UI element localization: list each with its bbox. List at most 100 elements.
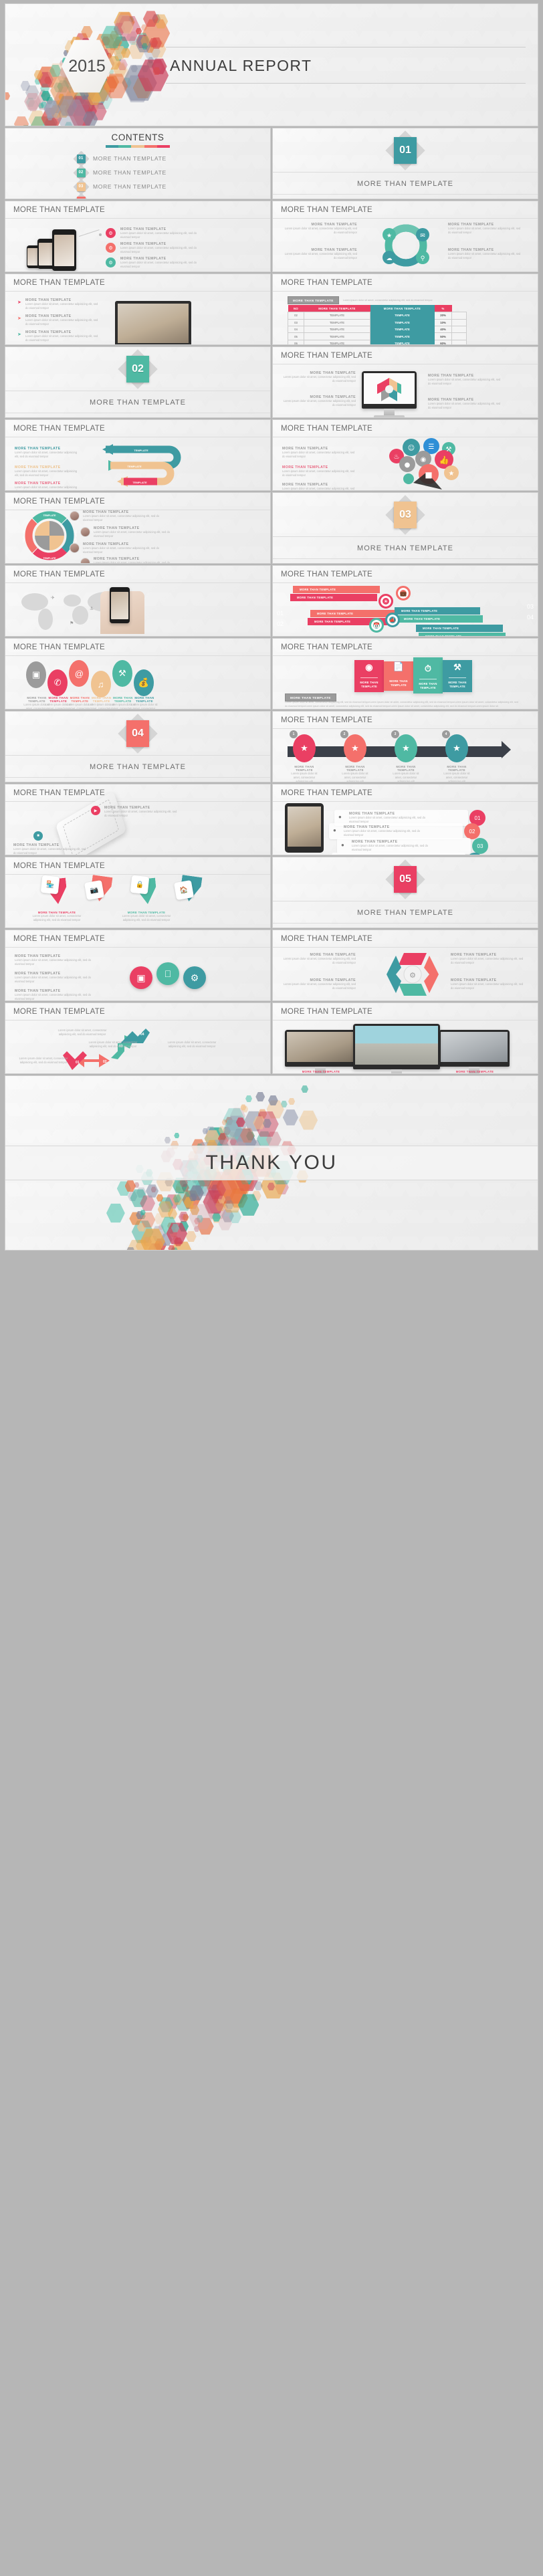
- slide-header-uparrows: MORE THAN TEMPLATE: [5, 1003, 270, 1021]
- zigzag-bar-label: MORE THAN TEMPLATE: [317, 612, 354, 615]
- slide-cards[interactable]: MORE THAN TEMPLATE ◉ MORE THAN TEMPLATE 📄 M…: [273, 639, 538, 709]
- connector-line: [78, 229, 100, 237]
- contents-item-02[interactable]: 02 MORE THAN TEMPLATE: [75, 167, 270, 179]
- slide-os-circles[interactable]: MORE THAN TEMPLATE MORE THAN TEMPLATE Lor…: [5, 930, 270, 1000]
- slide-divider-04[interactable]: 04 MORE THAN TEMPLATE: [5, 712, 270, 782]
- slide-thank-you[interactable]: THANK YOU: [5, 1076, 538, 1250]
- card-label: MORE THAN TEMPLATE: [360, 681, 378, 689]
- document-icon: 📄: [393, 661, 405, 672]
- slide-ovals[interactable]: MORE THAN TEMPLATE ▣ ✆ @ ♫ ⚒ 💰 MORE THAN TEMP…: [5, 639, 270, 709]
- zigzag-bar[interactable]: MORE THAN TEMPLATE: [293, 586, 380, 593]
- divider-label-box: MORE THAN TEMPLATE: [273, 171, 538, 195]
- slide-phones[interactable]: MORE THAN TEMPLATE ⚙ MORE THAN TEMPLATE Lo…: [5, 201, 270, 272]
- svg-text:⚑: ⚑: [70, 621, 74, 626]
- slide-divider-03[interactable]: 03 MORE THAN TEMPLATE: [273, 493, 538, 563]
- divider-label-box: MORE THAN TEMPLATE: [273, 900, 538, 924]
- info-card[interactable]: 📄 MORE THAN TEMPLATE: [384, 661, 413, 691]
- zigzag-bar[interactable]: MORE THAN TEMPLATE: [397, 615, 483, 623]
- slide-header-timeline: MORE THAN TEMPLATE: [273, 712, 538, 729]
- slide-divider-05[interactable]: 05 MORE THAN TEMPLATE: [273, 857, 538, 928]
- slide-body-timeline: ★ 1 MORE THAN TEMPLATE Lorem ipsum dolor si…: [273, 729, 538, 782]
- slide-cover[interactable]: 2015 ANNUAL REPORT: [5, 4, 538, 126]
- svg-text:TEMPLATE: TEMPLATE: [43, 557, 56, 560]
- zigzag-bar[interactable]: MORE THAN TEMPLATE: [419, 633, 506, 636]
- slide-bubbles[interactable]: MORE THAN TEMPLATE ♨ ☺ ☰ ⚒ ◉ 👍 ● ■ ★ MOR…: [273, 420, 538, 490]
- contents-item-03[interactable]: 03 MORE THAN TEMPLATE: [75, 181, 270, 193]
- text-block: MORE THAN TEMPLATE Lorem ipsum dolor sit …: [451, 978, 524, 990]
- table-row[interactable]: 04 TEMPLATE TEMPLATE 40%: [288, 325, 467, 334]
- slide-map[interactable]: MORE THAN TEMPLATE ✈ ⚓ ⚑: [5, 566, 270, 636]
- zigzag-bar[interactable]: MORE THAN TEMPLATE: [310, 610, 395, 617]
- arrow-step-text: Lorem ipsum dolor sit amet, consectetur …: [163, 1041, 221, 1049]
- timeline-step-number: 4: [442, 730, 450, 738]
- avatar: [70, 543, 80, 553]
- cell-value: TEMPLATE: [370, 332, 435, 340]
- cell-label: TEMPLATE: [304, 312, 370, 320]
- chevron-right-icon: ➤: [17, 300, 21, 305]
- row-iphone-tablet: MORE THAN TEMPLATE ▶ MORE THAN TEMPLATE Lo…: [5, 784, 538, 855]
- cell-label: TEMPLATE: [304, 339, 370, 344]
- info-card[interactable]: ⏱ MORE THAN TEMPLATE: [413, 657, 443, 693]
- svg-text:●: ●: [405, 461, 411, 469]
- user-icon: ●: [341, 842, 344, 848]
- slide-tablet[interactable]: MORE THAN TEMPLATE ● MORE THAN TEMPLATE Lo…: [273, 784, 538, 855]
- card-label: MORE THAN TEMPLATE: [389, 679, 408, 687]
- slide-header-tablet: MORE THAN TEMPLATE: [273, 784, 538, 802]
- slide-snake[interactable]: MORE THAN TEMPLATE TEMPLATE TEMPLATE TEM…: [5, 420, 270, 490]
- table-row[interactable]: 03 TEMPLATE TEMPLATE 10%: [288, 318, 467, 326]
- slide-pins[interactable]: MORE THAN TEMPLATE 🏪 📷 🔒 🏠 MORE THAN TEMPLA…: [5, 857, 270, 928]
- cell-value: TEMPLATE: [370, 325, 435, 334]
- slide-imac[interactable]: MORE THAN TEMPLATE MORE THAN TEMPLATE Lo…: [273, 347, 538, 417]
- row-divider02-imac: 02 MORE THAN TEMPLATE MORE THAN TEMPLATE: [5, 347, 538, 417]
- zigzag-bar[interactable]: MORE THAN TEMPLATE: [290, 594, 377, 601]
- table-row[interactable]: 05 TEMPLATE TEMPLATE 50%: [288, 332, 467, 340]
- slide-wheel[interactable]: MORE THAN TEMPLATE ★ ✉ ☁ ⚲ MORE THAN TEM…: [273, 201, 538, 272]
- slide-up-arrows[interactable]: MORE THAN TEMPLATE 01 02 03 04 Lorem ips…: [5, 1003, 270, 1073]
- info-card[interactable]: ⚒ MORE THAN TEMPLATE: [443, 660, 472, 692]
- slide-donut[interactable]: MORE THAN TEMPLATE TEMPLATE TEMPLATE TEM: [5, 493, 270, 563]
- slide-contents[interactable]: CONTENTS 01 MORE THAN TEMPLATE 02 MORE THAN…: [5, 128, 270, 199]
- text-block: MORE THAN TEMPLATE Lorem ipsum dolor sit …: [282, 465, 356, 477]
- slide-iphone-iso[interactable]: MORE THAN TEMPLATE ▶ MORE THAN TEMPLATE Lo…: [5, 784, 270, 855]
- slide-timeline[interactable]: MORE THAN TEMPLATE ★ 1 MORE THAN TEMPLATE L…: [273, 712, 538, 782]
- slide-divider-01[interactable]: 01 MORE THAN TEMPLATE: [273, 128, 538, 199]
- text-block-body: Lorem ipsum dolor sit amet, consectetur …: [284, 227, 357, 234]
- slide-monitors[interactable]: MORE THAN TEMPLATE MORE THAN TEMPLATELor…: [273, 1003, 538, 1073]
- text-block: MORE THAN TEMPLATE Lorem ipsum dolor sit …: [349, 812, 429, 824]
- table-caption-button[interactable]: MORE THAN TEMPLATE: [288, 296, 339, 304]
- timeline-step-number: 1: [290, 730, 298, 738]
- table-row[interactable]: 06 TEMPLATE TEMPLATE 60%: [288, 339, 467, 344]
- timeline-text: MORE THAN TEMPLATE Lorem ipsum dolor sit …: [440, 765, 473, 782]
- chat-icon: ⚙: [106, 243, 116, 253]
- slide-table[interactable]: MORE THAN TEMPLATE MORE THAN TEMPLATE Lo…: [273, 274, 538, 344]
- slide-zigzag[interactable]: MORE THAN TEMPLATE MORE THAN TEMPLATE MOR…: [273, 566, 538, 636]
- divider-number: 01: [394, 136, 417, 164]
- text-block: MORE THAN TEMPLATE Lorem ipsum dolor sit …: [352, 840, 432, 852]
- slide-cycle[interactable]: MORE THAN TEMPLATE ⚙ MORE THAN TEMPLATE L…: [273, 930, 538, 1000]
- text-block-body: Lorem ipsum dolor sit amet, consectetur …: [83, 514, 159, 522]
- slide-divider-02[interactable]: 02 MORE THAN TEMPLATE: [5, 347, 270, 417]
- table-col-0: NO: [288, 305, 304, 312]
- text-block-body: Lorem ipsum dolor sit amet, consectetur …: [15, 469, 78, 477]
- contents-item-01[interactable]: 01 MORE THAN TEMPLATE: [75, 152, 270, 165]
- text-block-body: Lorem ipsum dolor sit amet, consectetur …: [83, 546, 159, 554]
- info-card[interactable]: ◉ MORE THAN TEMPLATE: [354, 660, 384, 692]
- table-row[interactable]: 02 TEMPLATE TEMPLATE 20%: [288, 312, 467, 320]
- template-preview-sheet: 2015 ANNUAL REPORT CONTENTS 01 MORE THAN …: [0, 0, 543, 1258]
- contents-item-04[interactable]: 04 MORE THAN TEMPLATE: [75, 195, 270, 199]
- zigzag-bar[interactable]: MORE THAN TEMPLATE: [416, 625, 503, 632]
- timeline-label: MORE THAN TEMPLATE: [396, 765, 416, 772]
- slide-body-bubbles: ♨ ☺ ☰ ⚒ ◉ 👍 ● ■ ★ MORE THAN TEMPLATE Lore…: [273, 437, 538, 490]
- gear-icon: ⚙: [106, 228, 116, 238]
- timeline-label: MORE THAN TEMPLATE: [294, 765, 314, 772]
- slide-laptop[interactable]: MORE THAN TEMPLATE ➤ MORE THAN TEMPLATE Lo…: [5, 274, 270, 344]
- text-block: MORE THAN TEMPLATE Lorem ipsum dolor sit …: [25, 330, 100, 342]
- slide-body-phones: ⚙ MORE THAN TEMPLATE Lorem ipsum dolor sit…: [5, 219, 270, 272]
- text-block-body: Lorem ipsum dolor sit amet, consectetur …: [120, 231, 197, 239]
- zigzag-bar[interactable]: MORE THAN TEMPLATE: [395, 607, 480, 615]
- row-divider04-timeline: 04 MORE THAN TEMPLATE MORE THAN TEMPLATE…: [5, 712, 538, 782]
- text-block-body: Lorem ipsum dolor sit amet, consectetur …: [428, 402, 501, 409]
- contents-item-badge: 01: [75, 152, 87, 165]
- zigzag-number-04: 04: [526, 614, 534, 621]
- avatar: [70, 511, 80, 521]
